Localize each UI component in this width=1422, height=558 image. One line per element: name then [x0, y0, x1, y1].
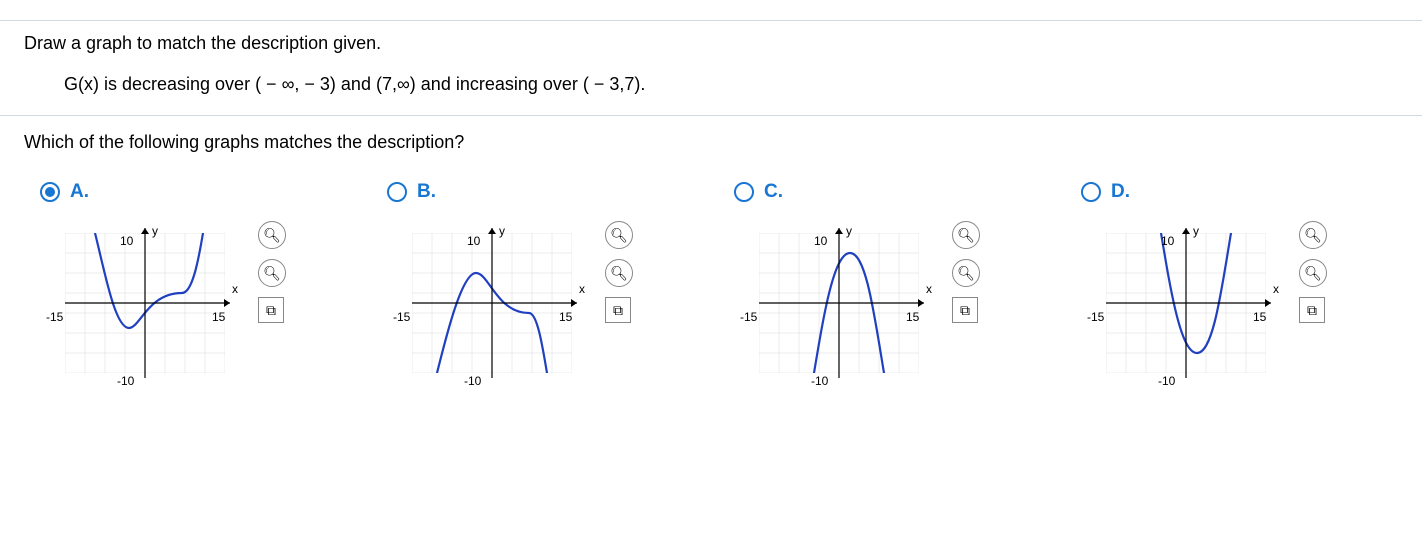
svg-text:15: 15	[906, 310, 920, 324]
svg-text:-10: -10	[464, 374, 482, 388]
radio-b[interactable]	[387, 182, 407, 202]
svg-text:-10: -10	[811, 374, 829, 388]
zoom-out-icon: 🔍︎	[1304, 265, 1322, 282]
zoom-in-c[interactable]: 🔍︎	[952, 221, 980, 249]
svg-text:15: 15	[212, 310, 226, 324]
expand-icon: ⧉	[266, 302, 276, 319]
svg-text:-15: -15	[393, 310, 411, 324]
svg-text:-15: -15	[740, 310, 758, 324]
zoom-in-d[interactable]: 🔍︎	[1299, 221, 1327, 249]
prompt-text: Which of the following graphs matches th…	[24, 132, 464, 152]
expand-icon: ⧉	[1307, 302, 1317, 319]
expand-d[interactable]: ⧉	[1299, 297, 1325, 323]
zoom-out-a[interactable]: 🔍︎	[258, 259, 286, 287]
svg-text:15: 15	[559, 310, 573, 324]
zoom-out-d[interactable]: 🔍︎	[1299, 259, 1327, 287]
svg-text:y: y	[152, 224, 158, 238]
expand-a[interactable]: ⧉	[258, 297, 284, 323]
top-divider	[0, 20, 1422, 21]
svg-text:y: y	[1193, 224, 1199, 238]
zoom-in-icon: 🔍︎	[263, 227, 281, 244]
graph-d: y x 10 -10 -15 15	[1081, 213, 1291, 393]
graph-b: y x 10 -10 -15 15	[387, 213, 597, 393]
zoom-in-icon: 🔍︎	[610, 227, 628, 244]
svg-text:-10: -10	[1158, 374, 1176, 388]
option-c: C. y x 10	[734, 181, 1051, 393]
svg-text:y: y	[846, 224, 852, 238]
svg-text:10: 10	[814, 234, 828, 248]
option-b-label: B.	[417, 181, 436, 203]
mid-divider	[0, 115, 1422, 116]
expand-c[interactable]: ⧉	[952, 297, 978, 323]
option-a-label: A.	[70, 181, 89, 203]
expand-b[interactable]: ⧉	[605, 297, 631, 323]
radio-c[interactable]	[734, 182, 754, 202]
answer-options: A.	[24, 181, 1398, 393]
svg-text:10: 10	[467, 234, 481, 248]
svg-text:x: x	[232, 282, 238, 296]
zoom-out-icon: 🔍︎	[957, 265, 975, 282]
svg-text:-15: -15	[1087, 310, 1105, 324]
svg-text:x: x	[1273, 282, 1279, 296]
option-c-label: C.	[764, 181, 783, 203]
svg-text:10: 10	[120, 234, 134, 248]
zoom-out-b[interactable]: 🔍︎	[605, 259, 633, 287]
zoom-in-a[interactable]: 🔍︎	[258, 221, 286, 249]
radio-a[interactable]	[40, 182, 60, 202]
zoom-out-icon: 🔍︎	[263, 265, 281, 282]
option-d-label: D.	[1111, 181, 1130, 203]
zoom-out-c[interactable]: 🔍︎	[952, 259, 980, 287]
option-a: A.	[40, 181, 357, 393]
svg-text:x: x	[926, 282, 932, 296]
expand-icon: ⧉	[613, 302, 623, 319]
option-d: D. y x 10	[1081, 181, 1398, 393]
zoom-out-icon: 🔍︎	[610, 265, 628, 282]
svg-text:-10: -10	[117, 374, 135, 388]
question-text: Draw a graph to match the description gi…	[24, 33, 381, 53]
graph-a: y x 10 -10 -15 15	[40, 213, 250, 393]
svg-text:y: y	[499, 224, 505, 238]
zoom-in-b[interactable]: 🔍︎	[605, 221, 633, 249]
option-b: B. y x 10	[387, 181, 704, 393]
expand-icon: ⧉	[960, 302, 970, 319]
radio-d[interactable]	[1081, 182, 1101, 202]
zoom-in-icon: 🔍︎	[1304, 227, 1322, 244]
svg-text:-15: -15	[46, 310, 64, 324]
svg-text:x: x	[579, 282, 585, 296]
svg-text:15: 15	[1253, 310, 1267, 324]
graph-c: y x 10 -10 -15 15	[734, 213, 944, 393]
svg-text:10: 10	[1161, 234, 1175, 248]
function-description: G(x) is decreasing over ( − ∞, − 3) and …	[64, 74, 645, 94]
zoom-in-icon: 🔍︎	[957, 227, 975, 244]
